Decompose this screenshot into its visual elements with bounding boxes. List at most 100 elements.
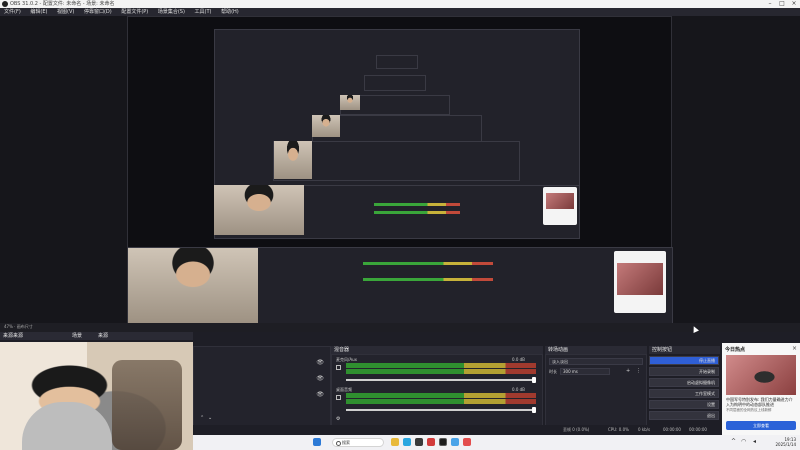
clock-date: 2025/1/14 [775,442,796,447]
record-time: 00:00:00 [689,427,707,432]
volume-icon[interactable]: ◂ [753,438,756,445]
visibility-icon[interactable]: 👁 [316,359,324,366]
settings-button[interactable]: 设置 [649,400,719,409]
audio-meter [346,393,536,398]
stop-stream-button[interactable]: 停止直播 [649,356,719,365]
channel-db: 0.0 dB [512,357,525,362]
transition-select[interactable]: 淡入淡出 [549,358,643,365]
toast-header: 今日热点 [725,347,746,353]
volume-slider[interactable] [346,407,536,413]
nested-toast-small [543,187,577,225]
news-toast[interactable]: 今日热点 × 中国军号特别发布: 我们力量确进力介入为构明中的动态部队推进 不同… [722,343,800,435]
audio-mixer-title: 混音器 [334,347,350,353]
move-up-icon[interactable]: ⌃ [200,415,204,421]
visibility-icon[interactable]: 👁 [316,391,324,398]
file-explorer-icon[interactable] [391,438,399,446]
channel-db: 0.0 dB [512,387,525,392]
nested-webcam-full [128,248,258,323]
speaker-icon[interactable] [336,395,341,400]
scene-dock-header: 来源来源 场景 来源 [0,332,193,340]
app-chrome-icon[interactable] [463,438,471,446]
volume-slider[interactable] [346,377,536,383]
tab-sources[interactable]: 来源 [98,332,108,340]
start-recording-button[interactable]: 开始录制 [649,367,719,376]
minimize-icon[interactable]: – [764,0,776,8]
edge-browser-icon[interactable] [403,438,411,446]
volume-slider-knob[interactable] [532,377,536,383]
terminal-icon[interactable] [415,438,423,446]
nested-webcam-big [214,185,304,235]
duration-input[interactable]: 300 ms [560,368,610,375]
nested-capture-6 [376,55,418,69]
close-icon[interactable]: × [788,0,800,8]
virtual-camera-button[interactable]: 启动虚拟摄像机 [649,378,719,387]
studio-mode-button[interactable]: 工作室模式 [649,389,719,398]
menu-scene-collection[interactable]: 场景集合(S) [154,8,189,16]
transitions-body: 淡入淡出 时长 300 ms + ⋮ [545,354,647,426]
mixer-settings-icon[interactable]: ⚙ [336,416,340,422]
search-icon [336,441,341,446]
stream-time: 00:00:00 [663,427,681,432]
toast-subtext: 不同层面的全网热议上线新鲜 [726,408,772,412]
nested-toast [614,251,666,313]
obs-logo-icon [2,1,8,7]
add-transition-icon[interactable]: + [626,368,630,374]
bitrate: 0 kb/s [638,427,651,432]
nested-toast-image [617,263,663,295]
volume-slider-knob[interactable] [532,407,536,413]
toast-image[interactable] [726,355,796,395]
nested-meter [363,278,493,281]
toast-view-button[interactable]: 立即查看 [726,421,796,430]
windows-taskbar: 搜索 ^ ◠ ◂ 19:13 2025/1/14 [193,435,800,450]
nested-webcam-4 [340,95,360,110]
menu-view[interactable]: 视图(V) [53,8,78,16]
duration-label: 时长 [549,369,557,374]
transitions-title: 转场动画 [548,347,569,353]
menu-docks[interactable]: 停靠窗口(D) [80,8,116,16]
app-blue-icon[interactable] [451,438,459,446]
scene-dock-title: 来源来源 [3,333,24,339]
audio-meter [346,399,536,404]
taskbar-search[interactable]: 搜索 [332,438,384,447]
menu-help[interactable]: 帮助(H) [217,8,243,16]
menu-profile[interactable]: 配置文件(P) [117,8,152,16]
maximize-icon[interactable]: □ [776,0,788,8]
controls-header: 控制按钮 [649,346,720,354]
nested-capture-5 [364,75,426,91]
status-bar: 丢帧 0 (0.0%) CPU: 0.0% 0 kb/s 00:00:00 00… [193,425,720,435]
taskbar-clock[interactable]: 19:13 2025/1/14 [775,437,796,447]
nested-meter [374,203,460,206]
menu-edit[interactable]: 编辑(E) [26,8,51,16]
exit-button[interactable]: 退出 [649,411,719,420]
app-red-icon[interactable] [427,438,435,446]
search-placeholder: 搜索 [342,440,350,445]
audio-meter [346,369,536,374]
toast-headline[interactable]: 中国军号特别发布: 我们力量确进力介入为构明中的动态部队推进 [726,397,796,407]
obs-taskbar-icon[interactable] [439,438,447,446]
nested-meter [374,211,460,214]
audio-mixer-header: 混音器 [331,346,543,354]
preview-zoom-strip: 47% · 画布尺寸 [0,323,800,332]
nested-webcam-3 [312,115,340,137]
tab-scenes[interactable]: 场景 [72,332,82,340]
zoom-label[interactable]: 47% · 画布尺寸 [4,324,33,330]
tray-chevron-icon[interactable]: ^ [731,438,736,445]
visibility-icon[interactable]: 👁 [316,375,324,382]
transitions-header: 转场动画 [545,346,647,354]
start-icon[interactable] [313,438,321,446]
dropped-frames: 丢帧 0 (0.0%) [563,427,590,432]
sources-list[interactable]: 👁 👁 👁 ⌃ ⌄ [193,346,331,426]
move-down-icon[interactable]: ⌄ [208,415,212,421]
menu-file[interactable]: 文件(F) [0,8,25,16]
audio-meter [346,363,536,368]
nested-meter [363,262,493,265]
speaker-icon[interactable] [336,365,341,370]
window-titlebar: OBS 31.0.2 - 配置文件: 未命名 - 场景: 未命名 – □ × [0,0,800,8]
network-icon[interactable]: ◠ [741,438,746,445]
toast-close-icon[interactable]: × [792,345,797,352]
cpu-usage: CPU: 0.0% [608,427,629,432]
preview-canvas[interactable] [127,16,673,325]
transition-properties-icon[interactable]: ⋮ [636,368,641,374]
menu-tools[interactable]: 工具(T) [191,8,216,16]
audio-mixer-body: 麦克风/Aux 0.0 dB 桌面音频 0.0 dB ⚙ [331,354,543,426]
